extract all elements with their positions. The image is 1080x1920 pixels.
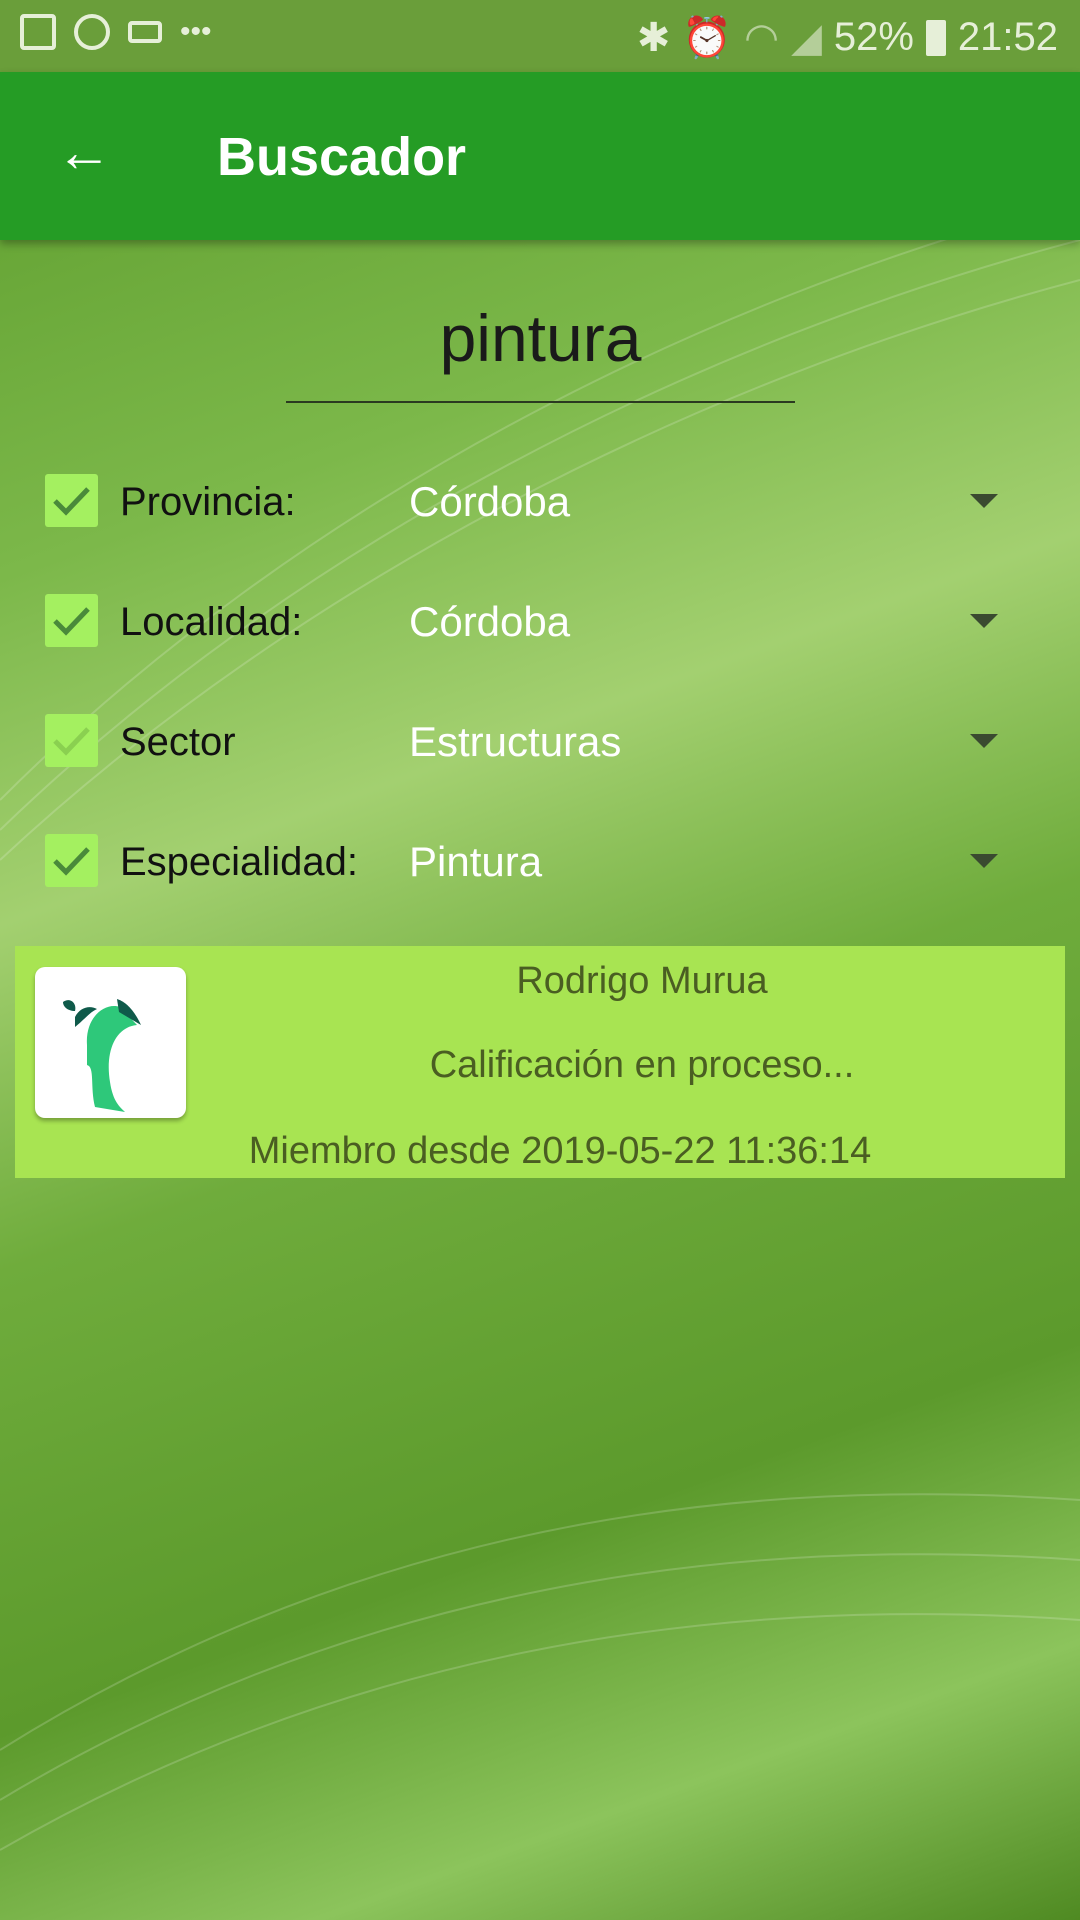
app-bar: ← Buscador (0, 72, 1080, 240)
battery-icon (925, 19, 946, 56)
especialidad-select[interactable]: Pintura (409, 838, 542, 886)
sector-checkbox[interactable] (45, 714, 98, 767)
chevron-down-icon[interactable] (970, 854, 998, 868)
filter-row-provincia: Provincia: Córdoba (0, 466, 1080, 536)
check-icon (53, 727, 90, 756)
chevron-down-icon[interactable] (970, 494, 998, 508)
filter-row-sector: Sector Estructuras (0, 706, 1080, 776)
signal-icon: ◢ (791, 15, 822, 60)
check-icon (53, 847, 90, 876)
status-bar: ••• ✱ ⏰ ◠ ◢ 52% 21:52 (0, 0, 1080, 72)
provincia-checkbox[interactable] (45, 474, 98, 527)
provincia-select[interactable]: Córdoba (409, 478, 570, 526)
result-name: Rodrigo Murua (516, 960, 768, 1002)
filter-row-localidad: Localidad: Córdoba (0, 586, 1080, 656)
especialidad-checkbox[interactable] (45, 834, 98, 887)
arrow-left-icon: ← (56, 120, 112, 183)
page-title: Buscador (217, 127, 467, 187)
bluetooth-icon: ✱ (636, 15, 671, 60)
wifi-icon: ◠ (744, 15, 780, 60)
sector-select[interactable]: Estructuras (409, 718, 621, 766)
localidad-checkbox[interactable] (45, 594, 98, 647)
battery-percent: 52% (833, 15, 914, 59)
sector-label: Sector (120, 720, 236, 764)
check-icon (53, 607, 90, 636)
result-rating: Calificación en proceso... (429, 1044, 855, 1086)
search-input[interactable]: pintura (286, 300, 795, 403)
clock: 21:52 (957, 15, 1058, 59)
gallery-icon (20, 14, 56, 50)
whatsapp-business-icon (74, 14, 110, 50)
check-icon (53, 487, 90, 516)
chevron-down-icon[interactable] (970, 614, 998, 628)
leaf-logo-icon (63, 999, 141, 1112)
filter-row-especialidad: Especialidad: Pintura (0, 826, 1080, 896)
localidad-label: Localidad: (120, 600, 303, 644)
result-member-since: Miembro desde 2019-05-22 11:36:14 (248, 1130, 872, 1172)
localidad-select[interactable]: Córdoba (409, 598, 570, 646)
alarm-icon: ⏰ (682, 16, 733, 60)
back-button[interactable]: ← (56, 124, 112, 180)
provincia-label: Provincia: (120, 480, 296, 524)
chevron-down-icon[interactable] (970, 734, 998, 748)
cast-icon (128, 21, 162, 43)
result-card[interactable]: Rodrigo Murua Calificación en proceso...… (15, 946, 1065, 1178)
especialidad-label: Especialidad: (120, 840, 358, 884)
avatar (35, 967, 186, 1118)
more-icon: ••• (180, 15, 212, 48)
